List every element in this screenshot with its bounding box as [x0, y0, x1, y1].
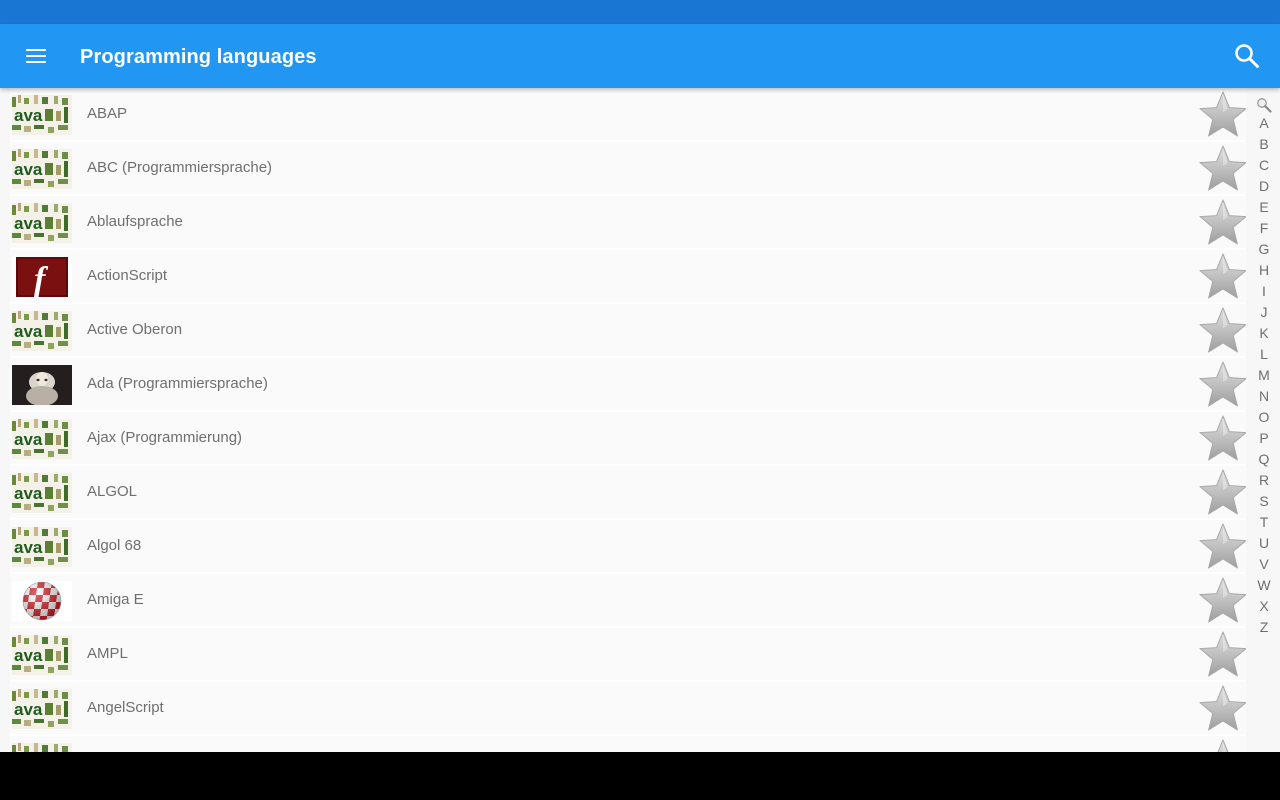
list-item[interactable]: ava Ajax (Programmierung) [10, 412, 1246, 466]
favorite-star-icon[interactable] [1198, 360, 1246, 410]
svg-text:ava: ava [14, 646, 43, 665]
list-item[interactable]: ava Active Oberon [10, 304, 1246, 358]
favorite-star-icon[interactable] [1198, 252, 1246, 302]
alphabet-index-letter[interactable]: W [1250, 575, 1278, 596]
favorite-star-icon[interactable] [1198, 522, 1246, 572]
flash-logo-thumbnail: f [12, 257, 72, 297]
app-bar: Programming languages [0, 24, 1280, 88]
list-item[interactable]: Ada (Programmiersprache) [10, 358, 1246, 412]
alphabet-index-letter[interactable]: J [1250, 302, 1278, 323]
list-item-label: ActionScript [87, 267, 168, 284]
alphabet-index-letter[interactable]: R [1250, 470, 1278, 491]
favorite-star-icon[interactable] [1198, 468, 1246, 518]
alphabet-index-letter[interactable]: P [1250, 428, 1278, 449]
java-collage-thumbnail: ava [12, 635, 72, 675]
status-bar [0, 0, 1280, 24]
favorite-star-icon[interactable] [1198, 306, 1246, 356]
list-item-label: AMPL [87, 645, 128, 662]
list-item[interactable]: ava ABAP [10, 88, 1246, 142]
alphabet-index-letter[interactable]: I [1250, 281, 1278, 302]
svg-text:ava: ava [14, 430, 43, 449]
java-collage-thumbnail: ava [12, 311, 72, 351]
alphabet-index-letter[interactable]: F [1250, 218, 1278, 239]
alphabet-index: ABCDEFGHIJKLMNOPQRSTUVWXZ [1250, 94, 1278, 638]
svg-text:ava: ava [14, 484, 43, 503]
java-collage-thumbnail: ava [12, 689, 72, 729]
java-collage-thumbnail: ava [12, 419, 72, 459]
list-item-label: Ajax (Programmierung) [87, 429, 243, 446]
ada-portrait-thumbnail [12, 365, 72, 405]
alphabet-index-letter[interactable]: M [1250, 365, 1278, 386]
list-item-label: ALGOL [87, 483, 138, 500]
svg-text:ava: ava [14, 322, 43, 341]
list-item-label: Ada (Programmiersprache) [87, 375, 268, 392]
search-icon [1235, 44, 1259, 68]
favorite-star-icon[interactable] [1198, 630, 1246, 680]
language-list: ava ABAP ava ABC (Programmiersprache) ava Abl… [10, 88, 1246, 752]
list-item-label: AngelScript [87, 699, 164, 716]
list-item[interactable]: ava ABC (Programmiersprache) [10, 142, 1246, 196]
svg-text:ava: ava [14, 214, 43, 233]
alphabet-index-letter[interactable]: G [1250, 239, 1278, 260]
java-collage-thumbnail: ava [12, 743, 72, 752]
alphabet-index-letter[interactable]: V [1250, 554, 1278, 575]
menu-icon [26, 49, 46, 63]
alphabet-index-letter[interactable]: H [1250, 260, 1278, 281]
amiga-boing-ball-thumbnail [12, 581, 72, 621]
list-item-label: ABC (Programmiersprache) [87, 159, 273, 176]
alphabet-index-letter[interactable]: D [1250, 176, 1278, 197]
list-item[interactable]: ava AMPL [10, 628, 1246, 682]
alphabet-index-letter[interactable]: K [1250, 323, 1278, 344]
search-button[interactable] [1226, 36, 1268, 76]
svg-text:ava: ava [14, 538, 43, 557]
alphabet-index-letter[interactable]: Q [1250, 449, 1278, 470]
alphabet-index-letter[interactable]: U [1250, 533, 1278, 554]
java-collage-thumbnail: ava [12, 527, 72, 567]
java-collage-thumbnail: ava [12, 473, 72, 513]
list-item[interactable]: Amiga E [10, 574, 1246, 628]
list-item[interactable]: ava ALGOL [10, 466, 1246, 520]
menu-button[interactable] [16, 36, 56, 76]
list-item-label: Active Oberon [87, 321, 183, 338]
list-item[interactable]: f ActionScript [10, 250, 1246, 304]
alphabet-index-letter[interactable]: E [1250, 197, 1278, 218]
alphabet-index-letter[interactable]: N [1250, 386, 1278, 407]
alphabet-index-letter[interactable]: L [1250, 344, 1278, 365]
svg-text:ava: ava [14, 700, 43, 719]
list-item-label: ABAP [87, 105, 128, 122]
list-item-label: Ablaufsprache [87, 213, 183, 230]
favorite-star-icon[interactable] [1198, 90, 1246, 140]
alphabet-index-letter[interactable]: C [1250, 155, 1278, 176]
alphabet-index-letter[interactable]: A [1250, 113, 1278, 134]
svg-text:ava: ava [14, 106, 43, 125]
java-collage-thumbnail: ava [12, 203, 72, 243]
page-title: Programming languages [80, 46, 317, 68]
alphabet-index-letter[interactable]: Z [1250, 617, 1278, 638]
favorite-star-icon[interactable] [1198, 198, 1246, 248]
java-collage-thumbnail: ava [12, 149, 72, 189]
magnifier-icon[interactable] [1256, 97, 1272, 113]
alphabet-index-letter[interactable]: B [1250, 134, 1278, 155]
favorite-star-icon[interactable] [1198, 576, 1246, 626]
java-collage-thumbnail: ava [12, 95, 72, 135]
content-area: ava ABAP ava ABC (Programmiersprache) ava Abl… [0, 88, 1280, 752]
alphabet-index-letter[interactable]: O [1250, 407, 1278, 428]
list-item[interactable]: ava Ablaufsprache [10, 196, 1246, 250]
svg-text:ava: ava [14, 160, 43, 179]
alphabet-index-letter[interactable]: T [1250, 512, 1278, 533]
list-item-label: Algol 68 [87, 537, 142, 554]
list-item[interactable]: ava Algol 68 [10, 520, 1246, 574]
alphabet-index-letter[interactable]: X [1250, 596, 1278, 617]
favorite-star-icon[interactable] [1198, 684, 1246, 734]
favorite-star-icon[interactable] [1198, 414, 1246, 464]
navigation-bar [0, 752, 1280, 800]
list-item[interactable]: ava [10, 736, 1246, 752]
list-item[interactable]: ava AngelScript [10, 682, 1246, 736]
list-item-label: Amiga E [87, 591, 144, 608]
alphabet-index-letter[interactable]: S [1250, 491, 1278, 512]
favorite-star-icon[interactable] [1198, 738, 1246, 752]
favorite-star-icon[interactable] [1198, 144, 1246, 194]
